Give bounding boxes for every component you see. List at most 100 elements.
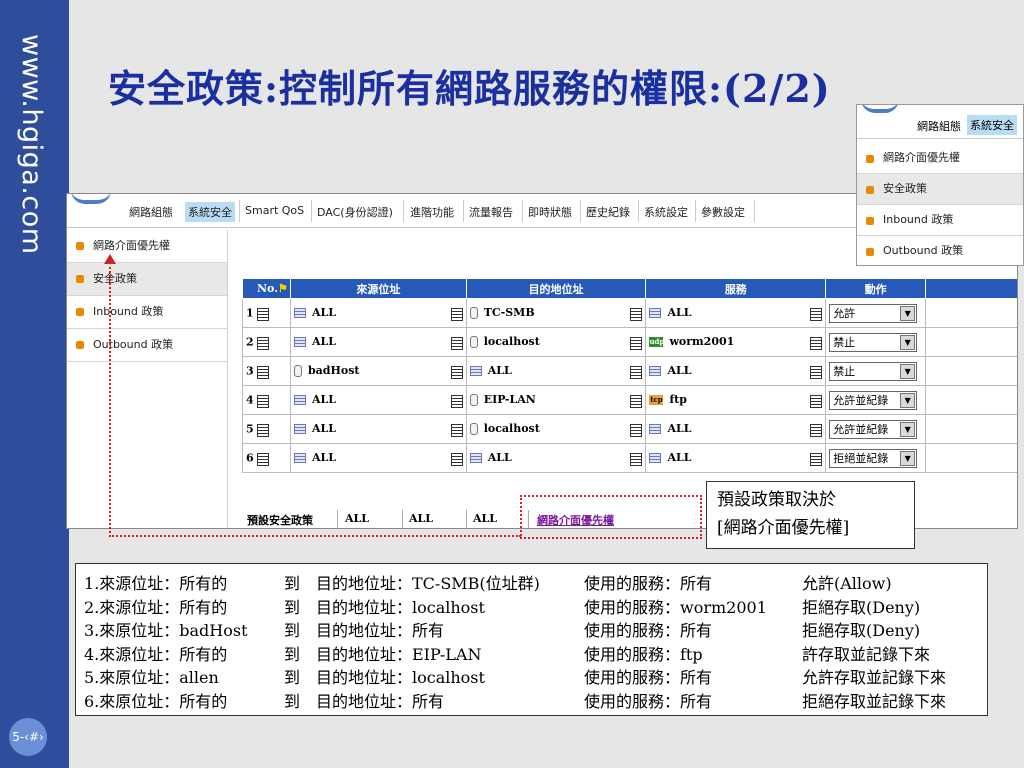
row-number: 4 <box>242 385 291 415</box>
list-icon <box>293 452 306 463</box>
table-row: 6 ALL ALL ALL 拒絕並紀錄 ▼ <box>242 443 1017 473</box>
mini-side-menu: 網路介面優先權 安全政策 Inbound 政策 Outbound 政策 <box>857 143 1023 265</box>
side-item-security-policy[interactable]: 安全政策 <box>67 263 227 296</box>
mini-item-interface-priority[interactable]: 網路介面優先權 <box>857 143 1023 174</box>
row-number-value: 1 <box>246 306 254 319</box>
nav-system-security[interactable]: 系統安全 <box>185 202 235 222</box>
nav-parameter-settings[interactable]: 參數設定 <box>701 204 745 220</box>
udp-icon: udp <box>649 336 665 347</box>
menu-screenshot: 網路組態 系統安全 網路介面優先權 安全政策 Inbound 政策 Outbou… <box>856 104 1024 266</box>
edit-icon[interactable] <box>630 365 643 379</box>
bullet-icon <box>866 248 874 256</box>
edit-icon[interactable] <box>256 452 269 466</box>
nav-history[interactable]: 歷史紀錄 <box>586 204 630 220</box>
row-number: 5 <box>242 414 291 444</box>
edit-icon[interactable] <box>810 365 823 379</box>
nav-divider <box>522 200 523 222</box>
host-icon <box>293 364 302 377</box>
col-service: 服務 <box>645 278 827 299</box>
mini-item-label: 網路介面優先權 <box>883 151 960 164</box>
logo-icon <box>861 105 899 113</box>
dropdown-arrow-icon[interactable]: ▼ <box>900 421 916 437</box>
nav-divider <box>580 200 581 222</box>
list-icon <box>649 365 662 376</box>
bullet-icon <box>866 186 874 194</box>
source-cell: ALL <box>289 414 467 444</box>
mini-item-inbound-policy[interactable]: Inbound 政策 <box>857 205 1023 236</box>
edit-icon[interactable] <box>450 336 463 350</box>
nav-dac[interactable]: DAC(身份認證) <box>317 204 393 220</box>
edit-icon[interactable] <box>256 307 269 321</box>
action-select[interactable]: 允許並紀錄 ▼ <box>829 419 918 439</box>
action-select-value: 禁止 <box>833 364 856 378</box>
edit-icon[interactable] <box>810 452 823 466</box>
row-number: 6 <box>242 443 291 473</box>
side-item-label: 網路介面優先權 <box>93 239 170 252</box>
source-cell: ALL <box>289 298 467 328</box>
edit-icon[interactable] <box>810 394 823 408</box>
edit-icon[interactable] <box>450 307 463 321</box>
side-item-inbound-policy[interactable]: Inbound 政策 <box>67 296 227 329</box>
side-item-label: Outbound 政策 <box>93 338 174 351</box>
destination-cell: TC-SMB <box>465 298 647 328</box>
list-icon <box>293 423 306 434</box>
edit-icon[interactable] <box>256 336 269 350</box>
bullet-icon <box>76 242 84 250</box>
annotation-line <box>109 535 521 537</box>
edit-icon[interactable] <box>450 394 463 408</box>
note-line: 3.來原位址：badHost 到目的地位址：所有 使用的服務：所有 拒絕存取(Deny… <box>84 621 921 640</box>
mini-nav-network-config[interactable]: 網路組態 <box>917 118 961 134</box>
edit-icon[interactable] <box>810 336 823 350</box>
table-row: 3 badHost ALL ALL 禁止 ▼ <box>242 356 1017 386</box>
mini-item-outbound-policy[interactable]: Outbound 政策 <box>857 236 1023 265</box>
destination-cell: ALL <box>465 356 647 386</box>
action-select[interactable]: 禁止 ▼ <box>829 332 918 352</box>
default-policy-label: 預設安全政策 <box>247 514 313 527</box>
dropdown-arrow-icon[interactable]: ▼ <box>900 334 916 350</box>
edit-icon[interactable] <box>630 336 643 350</box>
table-row: 2 ALL localhost udp worm2001 禁止 ▼ <box>242 327 1017 357</box>
nav-network-config[interactable]: 網路組態 <box>129 204 173 220</box>
edit-icon[interactable] <box>810 423 823 437</box>
list-icon <box>469 365 482 376</box>
edit-icon[interactable] <box>450 452 463 466</box>
edit-icon[interactable] <box>630 423 643 437</box>
nav-smart-qos[interactable]: Smart QoS <box>245 204 304 217</box>
edit-icon[interactable] <box>810 307 823 321</box>
col-source: 來源位址 <box>289 278 467 299</box>
dropdown-arrow-icon[interactable]: ▼ <box>900 363 916 379</box>
row-number-value: 2 <box>246 335 254 348</box>
nav-realtime-status[interactable]: 即時狀態 <box>528 204 572 220</box>
edit-icon[interactable] <box>630 307 643 321</box>
row-number: 2 <box>242 327 291 357</box>
flag-icon: ⚑ <box>278 282 288 295</box>
edit-icon[interactable] <box>256 394 269 408</box>
action-select[interactable]: 允許並紀錄 ▼ <box>829 390 918 410</box>
page-number-badge: 5-‹#› <box>9 718 47 756</box>
dropdown-arrow-icon[interactable]: ▼ <box>900 450 916 466</box>
mini-nav-system-security[interactable]: 系統安全 <box>967 115 1017 135</box>
mini-item-security-policy[interactable]: 安全政策 <box>857 174 1023 205</box>
action-select[interactable]: 禁止 ▼ <box>829 361 918 381</box>
dropdown-arrow-icon[interactable]: ▼ <box>900 392 916 408</box>
side-item-interface-priority[interactable]: 網路介面優先權 <box>67 230 227 263</box>
edit-icon[interactable] <box>630 394 643 408</box>
action-select[interactable]: 拒絕並紀錄 ▼ <box>829 448 918 468</box>
edit-icon[interactable] <box>256 365 269 379</box>
action-select[interactable]: 允許 ▼ <box>829 303 918 323</box>
nav-system-settings[interactable]: 系統設定 <box>644 204 688 220</box>
table-header-row: No.⚑ 來源位址 目的地位址 服務 動作 <box>242 278 1017 299</box>
nav-advanced[interactable]: 進階功能 <box>410 204 454 220</box>
edit-icon[interactable] <box>450 365 463 379</box>
highlight-box <box>520 495 702 539</box>
host-icon <box>469 306 478 319</box>
edit-icon[interactable] <box>256 423 269 437</box>
service-cell: udp worm2001 <box>645 327 827 357</box>
list-icon <box>293 307 306 318</box>
nav-traffic-report[interactable]: 流量報告 <box>469 204 513 220</box>
side-item-outbound-policy[interactable]: Outbound 政策 <box>67 329 227 362</box>
action-select-value: 允許並紀錄 <box>833 422 889 436</box>
dropdown-arrow-icon[interactable]: ▼ <box>900 305 916 321</box>
edit-icon[interactable] <box>630 452 643 466</box>
edit-icon[interactable] <box>450 423 463 437</box>
